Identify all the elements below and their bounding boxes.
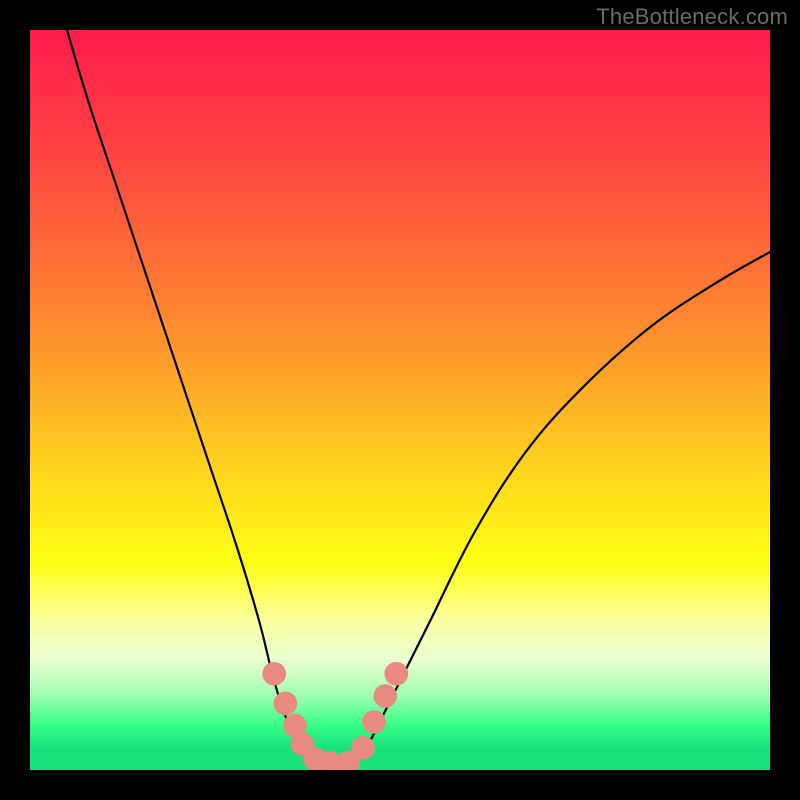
marker-dot — [351, 736, 375, 760]
chart-svg — [30, 30, 770, 770]
marker-dot — [362, 710, 386, 734]
marker-dot — [273, 692, 297, 716]
marker-dot — [373, 684, 397, 708]
plot-area — [30, 30, 770, 770]
series-left-curve — [67, 30, 311, 763]
marker-dot — [384, 662, 408, 686]
series-right-curve — [356, 252, 770, 763]
marker-dot — [262, 662, 286, 686]
outer-black-frame: TheBottleneck.com — [0, 0, 800, 800]
watermark-text: TheBottleneck.com — [596, 4, 788, 30]
